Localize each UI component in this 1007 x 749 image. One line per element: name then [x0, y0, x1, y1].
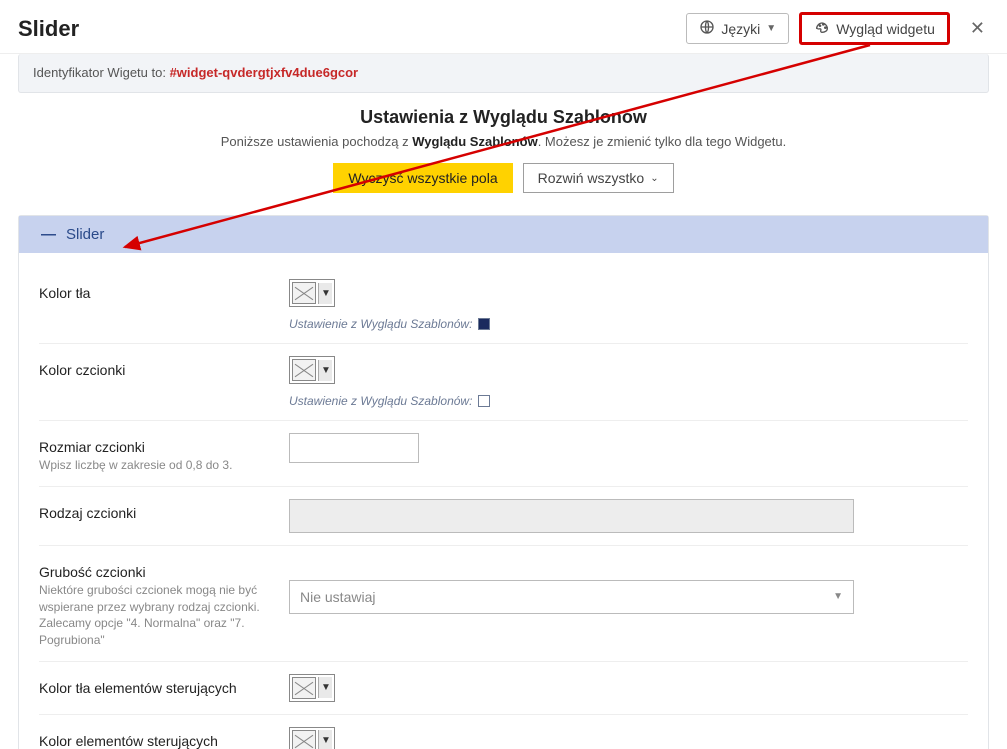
label-font-size: Rozmiar czcionki [39, 439, 273, 455]
row-font-weight: Grubość czcionki Niektóre grubości czcio… [39, 545, 968, 661]
chevron-down-icon: ⌄ [650, 173, 658, 184]
empty-swatch-icon [292, 282, 316, 304]
row-bg-color: Kolor tła ▼ Ustawienie z Wyglądu Szablon… [39, 279, 968, 343]
dropdown-arrow-icon: ▼ [318, 677, 332, 698]
settings-subheading: Poniższe ustawienia pochodzą z Wyglądu S… [18, 134, 989, 149]
paint-icon [814, 19, 830, 38]
bg-color-picker[interactable]: ▼ [289, 279, 335, 307]
label-ctrl-fg: Kolor elementów sterujących [39, 733, 273, 749]
ctrl-fg-color-picker[interactable]: ▼ [289, 727, 335, 749]
collapse-icon: — [41, 226, 56, 243]
caret-down-icon: ▼ [833, 591, 843, 602]
globe-icon [699, 19, 715, 38]
row-font-family: Rodzaj czcionki [39, 486, 968, 545]
font-color-note-text: Ustawienie z Wyglądu Szablonów: [289, 394, 472, 408]
label-font-family: Rodzaj czcionki [39, 505, 273, 521]
font-weight-select[interactable]: Nie ustawiaj ▼ [289, 580, 854, 614]
sub-before: Poniższe ustawienia pochodzą z [221, 134, 413, 149]
hint-font-size: Wpisz liczbę w zakresie od 0,8 do 3. [39, 457, 273, 474]
bg-color-note-text: Ustawienie z Wyglądu Szablonów: [289, 317, 472, 331]
empty-swatch-icon [292, 730, 316, 749]
label-bg-color: Kolor tła [39, 285, 273, 301]
font-weight-placeholder: Nie ustawiaj [300, 589, 375, 605]
dropdown-arrow-icon: ▼ [318, 283, 332, 304]
font-size-input[interactable] [289, 433, 419, 463]
appearance-label: Wygląd widgetu [836, 21, 935, 37]
bg-color-note: Ustawienie z Wyglądu Szablonów: [289, 317, 968, 331]
widget-appearance-button[interactable]: Wygląd widgetu [799, 12, 950, 45]
clear-all-button[interactable]: Wyczyść wszystkie pola [333, 163, 512, 193]
close-button[interactable]: ✕ [966, 18, 989, 39]
template-swatch-blank-icon [478, 395, 490, 407]
sub-bold: Wyglądu Szablonów [412, 134, 537, 149]
languages-label: Języki [721, 21, 760, 37]
widget-id-value: #widget-qvdergtjxfv4due6gcor [170, 65, 359, 80]
widget-id-box: Identyfikator Wigetu to: #widget-qvdergt… [18, 54, 989, 93]
empty-swatch-icon [292, 677, 316, 699]
hint-font-weight: Niektóre grubości czcionek mogą nie być … [39, 582, 273, 649]
widget-id-label: Identyfikator Wigetu to: [33, 65, 170, 80]
font-color-note: Ustawienie z Wyglądu Szablonów: [289, 394, 968, 408]
ctrl-bg-color-picker[interactable]: ▼ [289, 674, 335, 702]
row-ctrl-fg: Kolor elementów sterujących ▼ [39, 714, 968, 749]
template-swatch-navy-icon [478, 318, 490, 330]
languages-button[interactable]: Języki ▼ [686, 13, 789, 44]
settings-actions: Wyczyść wszystkie pola Rozwiń wszystko ⌄ [18, 163, 989, 193]
font-family-input[interactable] [289, 499, 854, 533]
expand-all-label: Rozwiń wszystko [538, 170, 645, 186]
sub-after: . Możesz je zmienić tylko dla tego Widge… [538, 134, 787, 149]
dropdown-arrow-icon: ▼ [318, 360, 332, 381]
settings-heading-text: Ustawienia z Wyglądu Szablonów [18, 107, 989, 128]
topbar-actions: Języki ▼ Wygląd widgetu ✕ [686, 12, 989, 45]
main-scroll[interactable]: Identyfikator Wigetu to: #widget-qvdergt… [0, 54, 1007, 749]
page-title: Slider [18, 16, 79, 42]
row-font-color: Kolor czcionki ▼ Ustawienie z Wyglądu Sz… [39, 343, 968, 420]
slider-panel-body: Kolor tła ▼ Ustawienie z Wyglądu Szablon… [19, 253, 988, 749]
caret-down-icon: ▼ [766, 23, 776, 34]
label-ctrl-bg: Kolor tła elementów sterujących [39, 680, 273, 696]
topbar: Slider Języki ▼ Wygląd widgetu ✕ [0, 0, 1007, 54]
dropdown-arrow-icon: ▼ [318, 730, 332, 749]
slider-panel: — Slider Kolor tła ▼ Ustawienie z Wygląd… [18, 215, 989, 749]
slider-panel-title: Slider [66, 226, 104, 243]
slider-panel-header[interactable]: — Slider [19, 216, 988, 253]
label-font-weight: Grubość czcionki [39, 564, 273, 580]
font-color-picker[interactable]: ▼ [289, 356, 335, 384]
empty-swatch-icon [292, 359, 316, 381]
row-font-size: Rozmiar czcionki Wpisz liczbę w zakresie… [39, 420, 968, 486]
expand-all-button[interactable]: Rozwiń wszystko ⌄ [523, 163, 674, 193]
label-font-color: Kolor czcionki [39, 362, 273, 378]
row-ctrl-bg: Kolor tła elementów sterujących ▼ [39, 661, 968, 714]
settings-heading: Ustawienia z Wyglądu Szablonów [18, 107, 989, 128]
